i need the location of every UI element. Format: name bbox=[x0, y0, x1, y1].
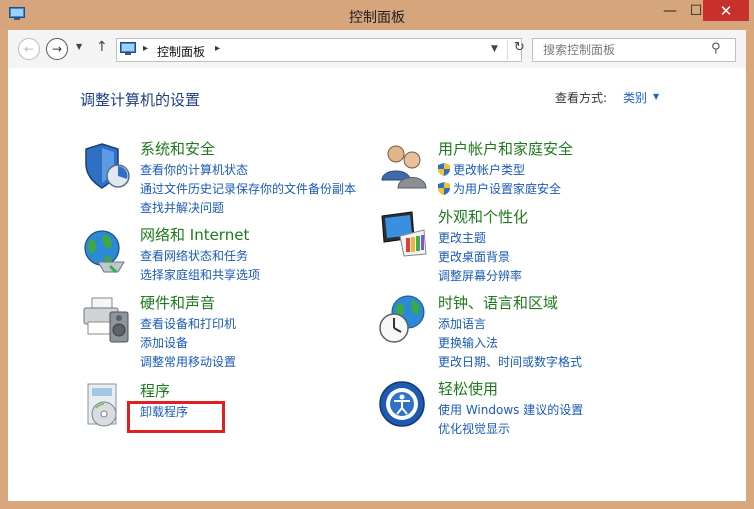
category-title[interactable]: 用户帐户和家庭安全 bbox=[438, 138, 573, 159]
link-view-computer-status[interactable]: 查看你的计算机状态 bbox=[140, 161, 248, 178]
back-button[interactable]: ← bbox=[18, 38, 40, 60]
window-title: 控制面板 bbox=[349, 10, 405, 26]
link-network-status[interactable]: 查看网络状态和任务 bbox=[140, 247, 248, 264]
link-troubleshoot[interactable]: 查找并解决问题 bbox=[140, 199, 224, 216]
page-heading: 调整计算机的设置 bbox=[80, 91, 201, 109]
uac-shield-icon bbox=[438, 163, 450, 176]
link-desktop-background[interactable]: 更改桌面背景 bbox=[438, 248, 510, 265]
shield-icon[interactable] bbox=[80, 140, 132, 192]
up-button[interactable]: ↑ bbox=[96, 39, 108, 55]
category-title[interactable]: 轻松使用 bbox=[438, 378, 498, 399]
address-dropdown-button[interactable]: ▼ bbox=[491, 44, 498, 54]
search-box[interactable]: ⚲ bbox=[532, 38, 736, 62]
search-icon[interactable]: ⚲ bbox=[711, 41, 721, 56]
link-family-safety[interactable]: 为用户设置家庭安全 bbox=[438, 180, 561, 197]
recent-locations-dropdown[interactable]: ▼ bbox=[76, 42, 82, 51]
programs-disc-icon[interactable] bbox=[80, 382, 132, 434]
highlight-box bbox=[127, 401, 225, 433]
link-date-time-format[interactable]: 更改日期、时间或数字格式 bbox=[438, 353, 582, 370]
network-globe-icon[interactable] bbox=[80, 226, 132, 278]
category-title[interactable]: 时钟、语言和区域 bbox=[438, 292, 558, 313]
link-screen-resolution[interactable]: 调整屏幕分辨率 bbox=[438, 267, 522, 284]
chevron-down-icon[interactable]: ▼ bbox=[653, 92, 659, 101]
link-devices-printers[interactable]: 查看设备和打印机 bbox=[140, 315, 236, 332]
ease-of-access-icon[interactable] bbox=[378, 380, 430, 432]
view-by-dropdown[interactable]: 类别 bbox=[623, 89, 647, 106]
breadcrumb-separator[interactable]: ▸ bbox=[215, 43, 220, 54]
link-change-theme[interactable]: 更改主题 bbox=[438, 229, 486, 246]
refresh-button[interactable]: ↻ bbox=[507, 40, 528, 60]
control-panel-window: 控制面板 — ☐ ✕ ← → ▼ ↑ ▸ 控制面板 ▸ ▼ ↻ 搜索控制面板 ⚲… bbox=[0, 0, 754, 509]
link-label[interactable]: 更改帐户类型 bbox=[453, 163, 525, 177]
close-button[interactable]: ✕ bbox=[703, 0, 749, 21]
control-panel-icon bbox=[120, 42, 136, 55]
search-input[interactable] bbox=[541, 42, 705, 58]
category-title[interactable]: 网络和 Internet bbox=[140, 224, 249, 245]
navigation-bar: ← → ▼ ↑ ▸ 控制面板 ▸ ▼ ↻ ⚲ bbox=[8, 30, 746, 68]
category-title[interactable]: 程序 bbox=[140, 380, 170, 401]
users-icon[interactable] bbox=[378, 140, 430, 192]
link-mobility-settings[interactable]: 调整常用移动设置 bbox=[140, 353, 236, 370]
forward-button[interactable]: → bbox=[46, 38, 68, 60]
link-homegroup[interactable]: 选择家庭组和共享选项 bbox=[140, 266, 260, 283]
breadcrumb-separator[interactable]: ▸ bbox=[143, 43, 148, 54]
link-change-account-type[interactable]: 更改帐户类型 bbox=[438, 161, 525, 178]
clock-globe-icon[interactable] bbox=[378, 294, 430, 346]
link-windows-recommended-settings[interactable]: 使用 Windows 建议的设置 bbox=[438, 401, 583, 418]
title-bar[interactable]: 控制面板 — ☐ ✕ bbox=[0, 0, 754, 30]
minimize-button[interactable]: — bbox=[657, 0, 683, 21]
breadcrumb-control-panel[interactable]: 控制面板 bbox=[157, 43, 205, 60]
link-optimize-visual-display[interactable]: 优化视觉显示 bbox=[438, 420, 510, 437]
category-title[interactable]: 硬件和声音 bbox=[140, 292, 215, 313]
link-file-history-backup[interactable]: 通过文件历史记录保存你的文件备份副本 bbox=[140, 180, 356, 197]
link-label[interactable]: 为用户设置家庭安全 bbox=[453, 182, 561, 196]
uac-shield-icon bbox=[438, 182, 450, 195]
link-add-language[interactable]: 添加语言 bbox=[438, 315, 486, 332]
link-change-input-method[interactable]: 更换输入法 bbox=[438, 334, 498, 351]
monitor-palette-icon[interactable] bbox=[378, 208, 430, 260]
address-bar[interactable]: ▸ 控制面板 ▸ ▼ ↻ bbox=[116, 38, 525, 62]
view-by-label: 查看方式: bbox=[555, 91, 608, 105]
category-title[interactable]: 系统和安全 bbox=[140, 138, 215, 159]
category-title[interactable]: 外观和个性化 bbox=[438, 206, 528, 227]
client-area: ← → ▼ ↑ ▸ 控制面板 ▸ ▼ ↻ ⚲ 调整计算机的设置 bbox=[8, 30, 746, 501]
printer-speaker-icon[interactable] bbox=[80, 294, 132, 346]
link-add-device[interactable]: 添加设备 bbox=[140, 334, 188, 351]
